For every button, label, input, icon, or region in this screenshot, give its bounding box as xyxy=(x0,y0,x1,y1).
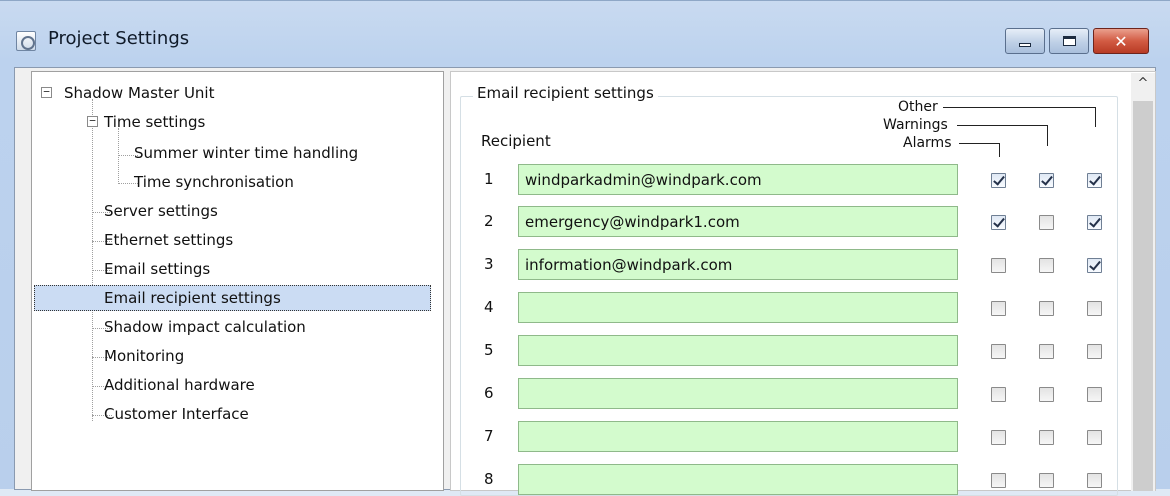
tree-item-time-synchronisation[interactable]: Time synchronisation xyxy=(134,169,294,195)
tree-item-summer-winter-time[interactable]: Summer winter time handling xyxy=(134,140,358,166)
warnings-checkbox[interactable] xyxy=(1039,215,1054,230)
window-title: Project Settings xyxy=(48,28,190,49)
row-number: 4 xyxy=(484,298,494,316)
other-checkbox[interactable] xyxy=(1087,430,1102,445)
header-other: Other xyxy=(898,99,938,115)
tree-item-label: Email recipient settings xyxy=(104,289,281,307)
settings-tree[interactable]: − Shadow Master Unit − Time settings Sum… xyxy=(31,71,444,491)
other-checkbox[interactable] xyxy=(1087,301,1102,316)
alarms-checkbox[interactable] xyxy=(991,173,1006,188)
scroll-thumb[interactable] xyxy=(1133,101,1153,491)
close-icon: ✕ xyxy=(1114,31,1128,51)
other-checkbox[interactable] xyxy=(1087,215,1102,230)
email-recipient-panel: Email recipient settings Other Warnings … xyxy=(450,71,1156,496)
tree-item-shadow-impact-calculation[interactable]: Shadow impact calculation xyxy=(104,314,306,340)
dialog-client-area: − Shadow Master Unit − Time settings Sum… xyxy=(14,67,1156,496)
header-line xyxy=(1047,125,1048,146)
tree-item-email-recipient-settings[interactable]: Email recipient settings xyxy=(34,285,431,311)
recipient-email-field[interactable] xyxy=(518,164,958,195)
other-checkbox[interactable] xyxy=(1087,258,1102,273)
tree-connector xyxy=(118,128,119,184)
header-line xyxy=(1095,107,1096,127)
recipient-email-field[interactable] xyxy=(518,292,958,323)
row-number: 1 xyxy=(484,170,494,188)
warnings-checkbox[interactable] xyxy=(1039,344,1054,359)
recipient-email-field[interactable] xyxy=(518,249,958,280)
tree-item-email-settings[interactable]: Email settings xyxy=(104,256,210,282)
warnings-checkbox[interactable] xyxy=(1039,473,1054,488)
scroll-up-icon[interactable]: ^ xyxy=(1131,73,1155,95)
collapse-icon[interactable]: − xyxy=(87,115,98,127)
alarms-checkbox[interactable] xyxy=(991,430,1006,445)
warnings-checkbox[interactable] xyxy=(1039,430,1054,445)
recipient-column-label: Recipient xyxy=(481,132,551,150)
tree-item-customer-interface[interactable]: Customer Interface xyxy=(104,401,249,427)
tree-connector xyxy=(92,99,93,421)
other-checkbox[interactable] xyxy=(1087,473,1102,488)
alarms-checkbox[interactable] xyxy=(991,344,1006,359)
other-checkbox[interactable] xyxy=(1087,173,1102,188)
row-number: 7 xyxy=(484,427,494,445)
row-number: 3 xyxy=(484,255,494,273)
recipient-email-field[interactable] xyxy=(518,206,958,237)
minimize-icon xyxy=(1019,43,1031,47)
row-number: 5 xyxy=(484,341,494,359)
collapse-icon[interactable]: − xyxy=(41,86,52,98)
recipient-email-field[interactable] xyxy=(518,421,958,452)
group-title: Email recipient settings xyxy=(473,84,658,102)
settings-icon xyxy=(16,31,36,51)
alarms-checkbox[interactable] xyxy=(991,301,1006,316)
recipient-email-field[interactable] xyxy=(518,464,958,495)
header-line xyxy=(959,143,1000,144)
row-number: 8 xyxy=(484,470,494,488)
maximize-button[interactable] xyxy=(1049,28,1089,54)
warnings-checkbox[interactable] xyxy=(1039,301,1054,316)
tree-item-server-settings[interactable]: Server settings xyxy=(104,198,218,224)
row-number: 2 xyxy=(484,212,494,230)
header-alarms: Alarms xyxy=(903,135,952,151)
tree-item-time-settings[interactable]: Time settings xyxy=(104,109,205,135)
tree-item-ethernet-settings[interactable]: Ethernet settings xyxy=(104,227,233,253)
tree-item-additional-hardware[interactable]: Additional hardware xyxy=(104,372,255,398)
other-checkbox[interactable] xyxy=(1087,344,1102,359)
header-line xyxy=(999,143,1000,157)
header-warnings: Warnings xyxy=(883,117,948,133)
vertical-scrollbar[interactable]: ^ xyxy=(1131,73,1155,491)
row-number: 6 xyxy=(484,384,494,402)
warnings-checkbox[interactable] xyxy=(1039,173,1054,188)
alarms-checkbox[interactable] xyxy=(991,258,1006,273)
alarms-checkbox[interactable] xyxy=(991,387,1006,402)
alarms-checkbox[interactable] xyxy=(991,473,1006,488)
header-line xyxy=(957,125,1048,126)
alarms-checkbox[interactable] xyxy=(991,215,1006,230)
maximize-icon xyxy=(1062,36,1076,46)
other-checkbox[interactable] xyxy=(1087,387,1102,402)
recipient-email-field[interactable] xyxy=(518,335,958,366)
close-button[interactable]: ✕ xyxy=(1093,28,1149,54)
tree-item-shadow-master-unit[interactable]: Shadow Master Unit xyxy=(64,80,214,106)
header-line xyxy=(943,107,1096,108)
warnings-checkbox[interactable] xyxy=(1039,258,1054,273)
project-settings-window: Project Settings ✕ − Shadow Master Unit … xyxy=(0,0,1170,496)
recipient-email-field[interactable] xyxy=(518,378,958,409)
tree-item-monitoring[interactable]: Monitoring xyxy=(104,343,184,369)
minimize-button[interactable] xyxy=(1005,28,1045,54)
warnings-checkbox[interactable] xyxy=(1039,387,1054,402)
